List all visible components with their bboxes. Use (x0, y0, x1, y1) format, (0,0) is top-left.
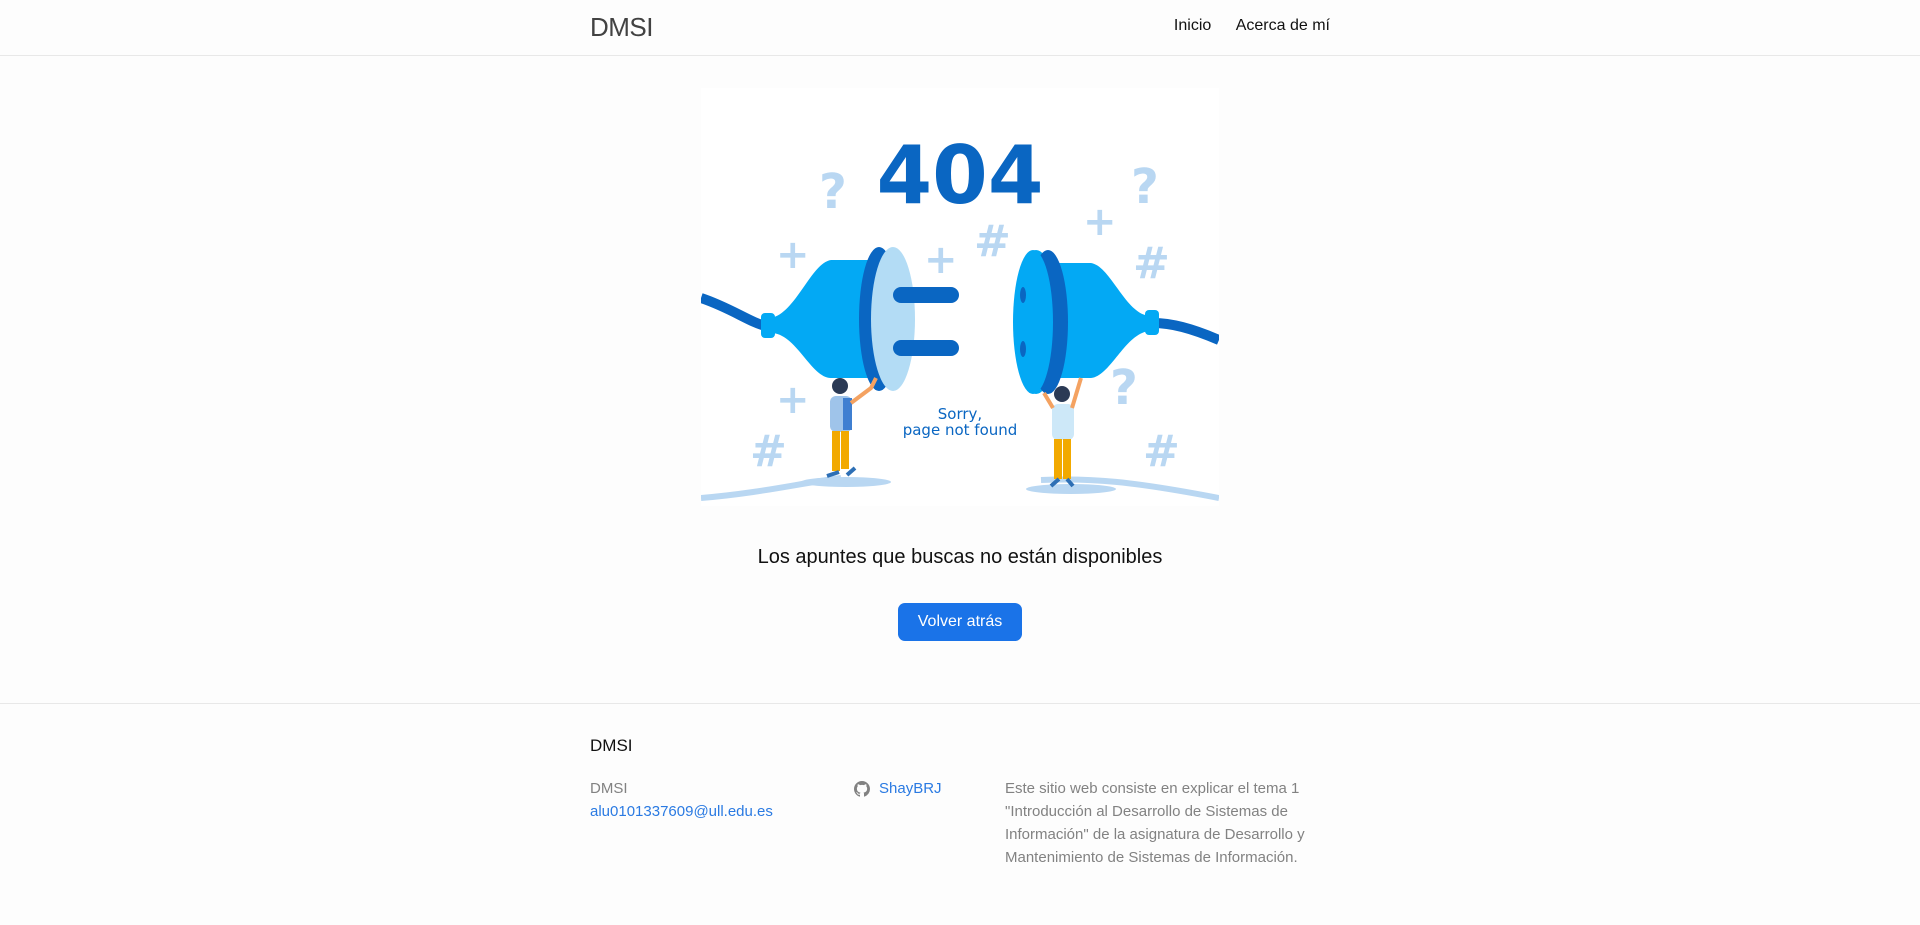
svg-text:#: # (1143, 426, 1180, 477)
svg-text:+: + (776, 232, 810, 278)
github-icon (854, 780, 870, 797)
github-user-link[interactable]: ShayBRJ (879, 777, 942, 800)
site-footer: DMSI DMSI alu0101337609@ull.edu.es ShayB… (0, 703, 1920, 924)
nav-link-acerca[interactable]: Acerca de mí (1236, 17, 1330, 34)
not-found-message: Los apuntes que buscas no están disponib… (757, 546, 1163, 568)
left-person-figure (826, 377, 878, 478)
svg-text:+: + (776, 377, 810, 423)
svg-text:?: ? (1131, 159, 1159, 215)
site-header: DMSI Inicio Acerca de mí (0, 0, 1920, 56)
nav-link-inicio[interactable]: Inicio (1174, 17, 1211, 34)
footer-social: ShayBRJ (854, 777, 942, 800)
footer-site-name: DMSI (590, 780, 628, 797)
svg-text:#: # (1133, 238, 1170, 289)
left-plug-icon (699, 247, 959, 391)
svg-text:#: # (974, 216, 1011, 267)
main-content: 404 ? + + # + ? # + # ? # Sorry, page no… (0, 56, 1920, 703)
back-button[interactable]: Volver atrás (898, 603, 1022, 641)
footer-description: Este sitio web consiste en explicar el t… (1005, 780, 1305, 866)
footer-heading: DMSI (590, 736, 633, 755)
svg-text:#: # (750, 426, 787, 477)
error-code-text: 404 (877, 129, 1044, 222)
page-not-found-text: page not found (903, 421, 1018, 439)
site-nav: Inicio Acerca de mí (1154, 17, 1330, 35)
svg-text:+: + (1083, 199, 1117, 245)
svg-text:?: ? (819, 164, 847, 220)
svg-text:?: ? (1110, 360, 1138, 416)
right-person-figure (1042, 377, 1083, 488)
footer-contact: DMSI alu0101337609@ull.edu.es (590, 777, 773, 823)
404-illustration: 404 ? + + # + ? # + # ? # Sorry, page no… (699, 88, 1221, 506)
footer-email-link[interactable]: alu0101337609@ull.edu.es (590, 803, 773, 820)
site-title-link[interactable]: DMSI (590, 12, 654, 43)
svg-text:+: + (924, 237, 958, 283)
